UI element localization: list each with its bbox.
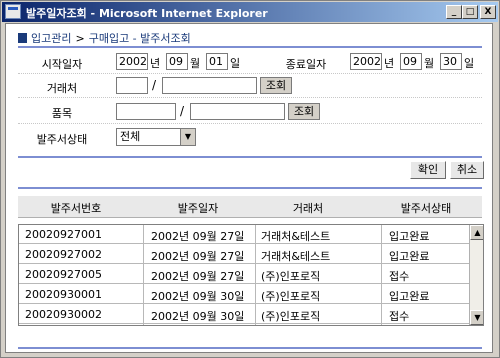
cell-order-no: 20020930001 xyxy=(25,288,102,301)
start-month-unit: 월 xyxy=(190,57,201,70)
end-day-unit: 일 xyxy=(464,57,475,70)
cell-status: 접수 xyxy=(389,270,410,283)
item-code-input[interactable] xyxy=(116,103,176,120)
vendor-search-button[interactable]: 조회 xyxy=(260,77,292,94)
start-year-unit: 년 xyxy=(150,57,161,70)
cell-status: 입고완료 xyxy=(389,290,430,303)
vertical-scrollbar[interactable]: ▲ ▼ xyxy=(469,225,483,325)
cell-order-no: 20020927001 xyxy=(25,228,102,241)
maximize-button[interactable]: □ xyxy=(462,5,478,19)
table-row[interactable]: 20020927005 2002년 09월 27일 (주)인포로직 접수 xyxy=(19,265,469,284)
table-row[interactable]: 20020930002 2002년 09월 30일 (주)인포로직 접수 xyxy=(19,305,469,324)
breadcrumb-page: 구매입고 - 발주서조회 xyxy=(88,32,191,45)
vendor-separator: / xyxy=(152,78,157,92)
start-date-label: 시작일자 xyxy=(41,58,83,71)
status-label: 발주서상태 xyxy=(36,133,88,146)
date-range-row: 시작일자 2002 년 09 월 01 일 종료일자 2002 년 09 월 3… xyxy=(18,50,482,74)
page-content: 입고관리 > 구매입고 - 발주서조회 시작일자 2002 년 09 월 01 일 … xyxy=(5,23,493,353)
cell-order-date: 2002년 09월 27일 xyxy=(151,230,245,243)
column-header-order-no: 발주서번호 xyxy=(50,202,102,215)
item-name-input[interactable] xyxy=(190,103,285,120)
header-divider xyxy=(18,46,482,48)
start-day-input[interactable]: 01 xyxy=(206,53,228,70)
cancel-button[interactable]: 취소 xyxy=(450,161,484,179)
end-year-unit: 년 xyxy=(384,57,395,70)
item-label: 품목 xyxy=(51,107,73,120)
cell-vendor: 거래처&테스트 xyxy=(261,230,331,243)
cell-order-date: 2002년 09월 30일 xyxy=(151,310,245,323)
window-title: 발주일자조회 - Microsoft Internet Explorer xyxy=(26,7,268,20)
results-divider xyxy=(18,187,482,189)
ie-app-icon xyxy=(5,4,21,19)
cell-order-no: 20020930002 xyxy=(25,308,102,321)
browser-window: 발주일자조회 - Microsoft Internet Explorer _ □… xyxy=(0,0,500,358)
cell-order-date: 2002년 09월 27일 xyxy=(151,250,245,263)
confirm-button[interactable]: 확인 xyxy=(410,161,446,179)
title-bar: 발주일자조회 - Microsoft Internet Explorer _ □… xyxy=(2,2,498,22)
vendor-row: 거래처 / 조회 xyxy=(18,74,482,98)
end-year-input[interactable]: 2002 xyxy=(350,53,382,70)
minimize-button[interactable]: _ xyxy=(446,5,462,19)
column-header-vendor: 거래처 xyxy=(292,202,324,215)
vendor-code-input[interactable] xyxy=(116,77,148,94)
vendor-label: 거래처 xyxy=(46,82,78,95)
table-row[interactable]: 20020927002 2002년 09월 27일 거래처&테스트 입고완료 xyxy=(19,245,469,264)
cell-order-date: 2002년 09월 30일 xyxy=(151,290,245,303)
breadcrumb: 입고관리 > 구매입고 - 발주서조회 xyxy=(18,30,191,46)
end-month-unit: 월 xyxy=(424,57,435,70)
cell-status: 입고완료 xyxy=(389,250,430,263)
vendor-name-input[interactable] xyxy=(162,77,257,94)
cell-vendor: (주)인포로직 xyxy=(261,290,321,303)
form-divider xyxy=(18,156,482,158)
cell-order-no: 20020927002 xyxy=(25,248,102,261)
status-row: 발주서상태 전체 ▼ xyxy=(18,124,482,150)
breadcrumb-separator: > xyxy=(75,32,85,45)
cell-order-date: 2002년 09월 27일 xyxy=(151,270,245,283)
footer-divider xyxy=(18,347,482,349)
status-select[interactable]: 전체 ▼ xyxy=(116,128,196,146)
document-icon xyxy=(18,33,27,43)
cell-vendor: (주)인포로직 xyxy=(261,270,321,283)
column-header-order-date: 발주일자 xyxy=(177,202,219,215)
item-separator: / xyxy=(180,104,185,118)
cell-order-no: 20020927005 xyxy=(25,268,102,281)
item-search-button[interactable]: 조회 xyxy=(288,103,320,120)
breadcrumb-section: 입고관리 xyxy=(31,32,72,45)
dropdown-arrow-icon[interactable]: ▼ xyxy=(180,129,195,145)
cell-vendor: (주)인포로직 xyxy=(261,310,321,323)
start-day-unit: 일 xyxy=(230,57,241,70)
cell-status: 입고완료 xyxy=(389,230,430,243)
results-grid: 20020927001 2002년 09월 27일 거래처&테스트 입고완료 2… xyxy=(18,224,484,326)
end-day-input[interactable]: 30 xyxy=(440,53,462,70)
end-date-label: 종료일자 xyxy=(285,58,327,71)
column-header-status: 발주서상태 xyxy=(400,202,452,215)
cell-status: 접수 xyxy=(389,310,410,323)
start-year-input[interactable]: 2002 xyxy=(116,53,148,70)
status-selected-value: 전체 xyxy=(120,130,141,143)
start-month-input[interactable]: 09 xyxy=(166,53,188,70)
end-month-input[interactable]: 09 xyxy=(400,53,422,70)
results-header: 발주서번호 발주일자 거래처 발주서상태 xyxy=(18,196,482,218)
item-row: 품목 / 조회 xyxy=(18,98,482,124)
action-bar: 확인 취소 xyxy=(18,161,484,181)
scroll-down-icon[interactable]: ▼ xyxy=(470,310,483,325)
cell-vendor: 거래처&테스트 xyxy=(261,250,331,263)
table-row[interactable]: 20020930001 2002년 09월 30일 (주)인포로직 입고완료 xyxy=(19,285,469,304)
table-row[interactable]: 20020927001 2002년 09월 27일 거래처&테스트 입고완료 xyxy=(19,225,469,244)
scroll-up-icon[interactable]: ▲ xyxy=(470,225,483,240)
close-button[interactable]: X xyxy=(480,5,496,19)
